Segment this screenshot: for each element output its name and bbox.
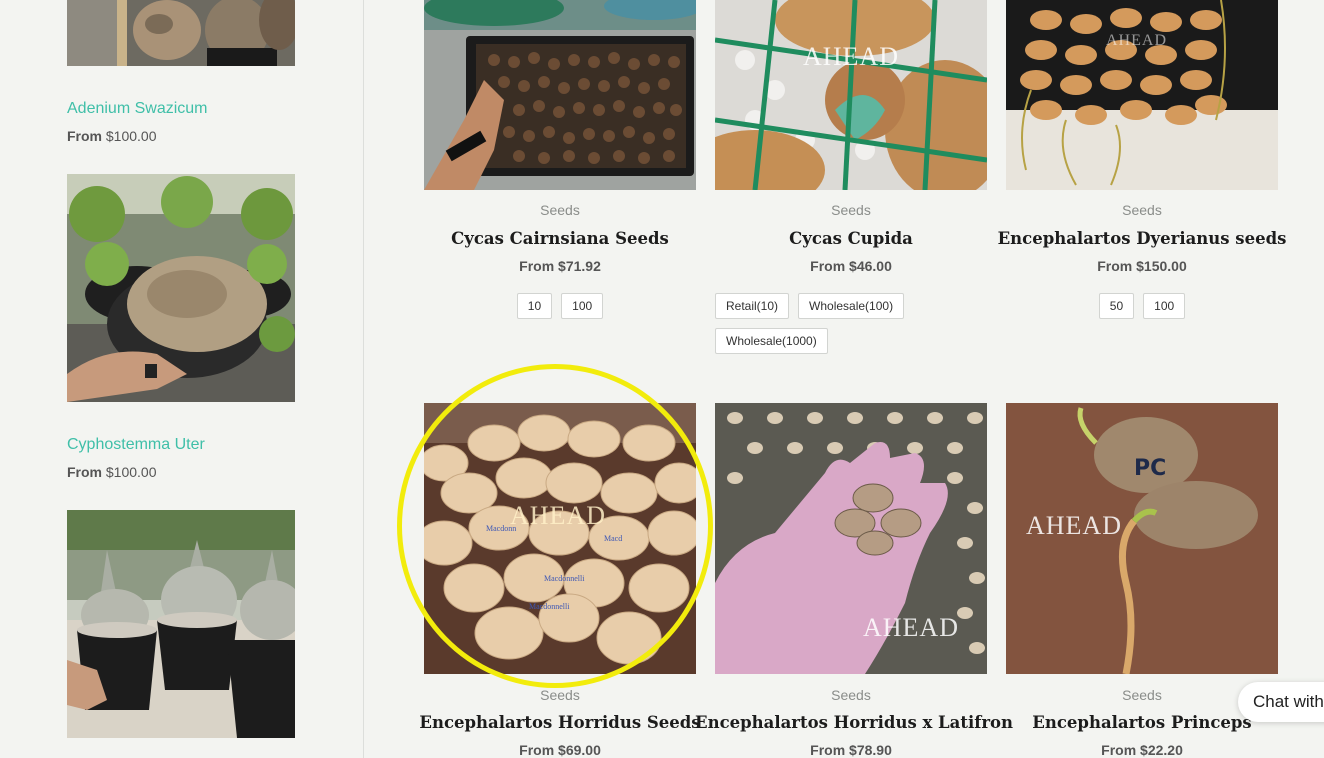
watermark: AHEAD [863,613,959,642]
product-category: Seeds [831,202,871,218]
sidebar-product-image-cyphostemma[interactable] [67,174,295,402]
product-name[interactable]: Encephalartos Horridus Seeds [404,713,716,732]
sidebar-item-title[interactable]: Cyphostemma Uter [67,436,205,454]
sidebar-divider [363,0,364,758]
chat-widget-button[interactable]: Chat with [1238,682,1324,722]
sidebar-product-image-adenium[interactable] [67,0,295,66]
variant-option[interactable]: Retail(10) [715,293,790,319]
product-image[interactable]: PC AHEAD [1006,403,1278,674]
variant-options: 10 100 [424,293,696,319]
sidebar-item-price: From $100.00 [67,464,157,480]
variant-option[interactable]: 100 [1143,293,1186,319]
product-card[interactable]: Seeds Cycas Cairnsiana Seeds From $71.92… [424,0,696,360]
sidebar: Adenium Swazicum From $100.00 Cyphostemm… [0,0,363,758]
variant-options: 50 100 [1006,293,1278,319]
product-name[interactable]: Cycas Cupida [695,229,1007,248]
variant-option[interactable]: Wholesale(1000) [715,328,828,354]
product-image[interactable]: AHEAD [715,403,987,674]
svg-text:PC: PC [1134,456,1166,481]
product-category: Seeds [540,687,580,703]
product-price: From $69.00 [519,742,601,758]
product-price: From $46.00 [810,258,892,274]
svg-text:Macdonnelli: Macdonnelli [544,574,585,583]
product-category: Seeds [1122,202,1162,218]
product-name[interactable]: Encephalartos Horridus x Latifron [695,713,1013,732]
variant-option[interactable]: 10 [516,293,553,319]
product-price: From $71.92 [519,258,601,274]
product-card[interactable]: AHEAD Seeds Encephalartos Horridus x Lat… [695,403,1013,758]
watermark: AHEAD [510,501,606,530]
product-image[interactable]: AHEAD [1006,0,1278,190]
watermark: AHEAD [1106,32,1167,49]
product-category: Seeds [831,687,871,703]
variant-option[interactable]: Wholesale(100) [798,293,905,319]
product-card[interactable]: AHEAD Seeds Cycas Cupida From $46.00 Ret… [715,0,987,360]
product-price: From $78.90 [810,742,892,758]
product-price: From $150.00 [1097,258,1187,274]
variant-options: Retail(10) Wholesale(100) Wholesale(1000… [715,293,987,354]
svg-text:Macd: Macd [604,534,622,543]
product-card[interactable]: AHEAD Seeds Encephalartos Dyerianus seed… [998,0,1286,360]
sidebar-item-price: From $100.00 [67,128,157,144]
sidebar-item-title[interactable]: Adenium Swazicum [67,100,208,118]
product-image[interactable] [424,0,696,190]
variant-option[interactable]: 50 [1098,293,1135,319]
svg-text:Macdonnelli: Macdonnelli [529,602,570,611]
product-image[interactable]: AHEAD [715,0,987,190]
product-name[interactable]: Cycas Cairnsiana Seeds [404,229,716,248]
product-card[interactable]: PC AHEAD Seeds Encephalartos Princeps Fr… [1006,403,1278,758]
watermark: AHEAD [803,42,899,71]
product-name[interactable]: Encephalartos Dyerianus seeds [986,229,1298,248]
product-price: From $22.20 [1101,742,1183,758]
variant-option[interactable]: 100 [561,293,604,319]
product-card[interactable]: Macdonn Macdonnelli Macd Macdonnelli AHEAD … [419,403,701,758]
product-image[interactable]: Macdonn Macdonnelli Macd Macdonnelli AHEAD [424,403,696,674]
product-category: Seeds [540,202,580,218]
watermark: AHEAD [1026,511,1122,540]
sidebar-product-image-pachypodium[interactable] [67,510,295,738]
